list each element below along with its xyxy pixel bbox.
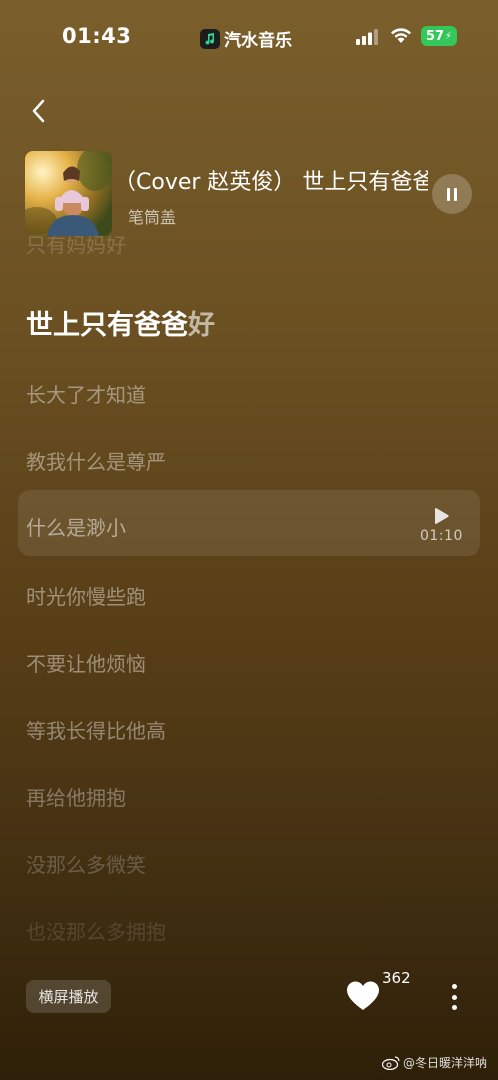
lyric-line[interactable]: 长大了才知道 bbox=[26, 379, 146, 408]
lyric-line[interactable]: 也没那么多拥抱 bbox=[26, 916, 166, 945]
lyric-current[interactable]: 世上只有爸爸好 bbox=[26, 303, 215, 342]
lyric-line[interactable]: 时光你慢些跑 bbox=[26, 581, 146, 610]
seek-time: 01:10 bbox=[420, 528, 463, 544]
lyric-line[interactable]: 再给他拥抱 bbox=[26, 782, 126, 811]
pause-icon bbox=[447, 187, 450, 201]
lyric-current-unsung: 好 bbox=[188, 310, 215, 341]
dot bbox=[451, 1005, 457, 1010]
pause-icon-bar bbox=[454, 187, 457, 201]
album-art[interactable] bbox=[25, 151, 112, 236]
watermark-text: @冬日暖洋洋呐 bbox=[403, 1056, 488, 1070]
music-app-logo-icon bbox=[200, 28, 220, 49]
landscape-play-button[interactable]: 横屏播放 bbox=[26, 980, 111, 1013]
app-indicator[interactable]: 汽水音乐 bbox=[200, 26, 292, 51]
battery-icon: 57 ⚡ bbox=[421, 26, 457, 46]
song-title-marquee[interactable]: （Cover 赵英俊） 世上只有爸爸好 bbox=[120, 164, 428, 196]
wifi-icon bbox=[391, 28, 411, 43]
song-title: （Cover 赵英俊） 世上只有爸爸好 bbox=[120, 170, 428, 195]
lyric-line[interactable]: 没那么多微笑 bbox=[26, 849, 146, 878]
more-dots-icon[interactable] bbox=[446, 981, 462, 1013]
watermark: @冬日暖洋洋呐 bbox=[382, 1054, 487, 1071]
artist-name[interactable]: 笔筒盖 bbox=[128, 204, 176, 228]
dot bbox=[451, 984, 457, 989]
pause-button[interactable] bbox=[432, 174, 472, 214]
status-time: 01:43 bbox=[62, 24, 132, 48]
back-arrow-icon[interactable] bbox=[26, 96, 52, 126]
signal-icon bbox=[356, 29, 378, 45]
lyric-line[interactable]: 教我什么是尊严 bbox=[26, 446, 166, 475]
lyric-line[interactable]: 等我长得比他高 bbox=[26, 715, 166, 744]
lyric-line-seek[interactable]: 什么是渺小 bbox=[26, 512, 126, 541]
lyric-current-sung: 世上只有爸爸 bbox=[26, 310, 188, 341]
status-bar: 01:43 汽水音乐 57 ⚡ bbox=[0, 0, 498, 76]
like-count: 362 bbox=[382, 969, 411, 987]
weibo-icon bbox=[382, 1055, 400, 1070]
lyric-line[interactable]: 不要让他烦恼 bbox=[26, 648, 146, 677]
dot bbox=[451, 994, 457, 1000]
lyric-previous[interactable]: 只有妈妈好 bbox=[26, 236, 126, 254]
heart-icon[interactable] bbox=[346, 980, 380, 1012]
play-icon[interactable] bbox=[432, 507, 450, 525]
app-name: 汽水音乐 bbox=[224, 31, 292, 51]
battery-level: 57 bbox=[425, 28, 445, 44]
